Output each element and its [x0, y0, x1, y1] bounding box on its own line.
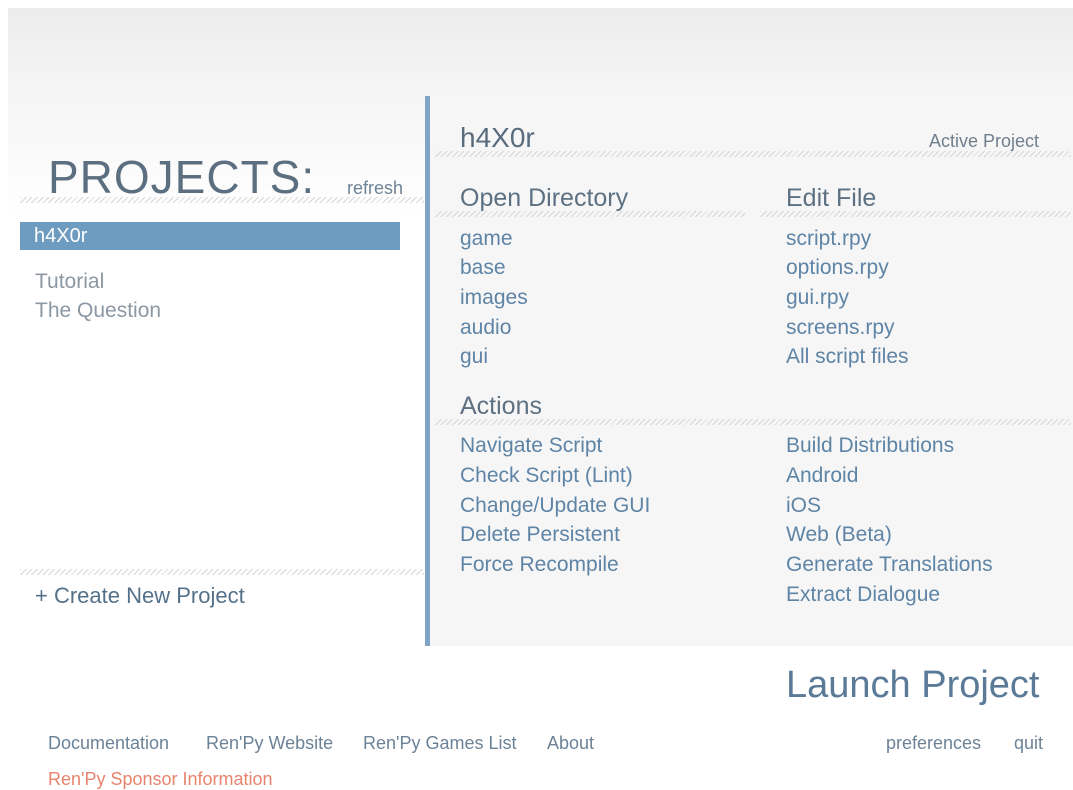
- open-directory-audio[interactable]: audio: [460, 316, 511, 340]
- projects-title: PROJECTS:: [48, 151, 316, 203]
- edit-file-script[interactable]: script.rpy: [786, 227, 871, 251]
- action-web[interactable]: Web (Beta): [786, 523, 892, 547]
- action-navigate-script[interactable]: Navigate Script: [460, 434, 602, 458]
- sponsor-info-link[interactable]: Ren'Py Sponsor Information: [48, 769, 273, 790]
- edit-file-divider: [760, 211, 1071, 217]
- open-directory-game[interactable]: game: [460, 227, 513, 251]
- open-directory-images[interactable]: images: [460, 286, 528, 310]
- action-delete-persistent[interactable]: Delete Persistent: [460, 523, 620, 547]
- edit-file-screens[interactable]: screens.rpy: [786, 316, 895, 340]
- launch-project-button[interactable]: Launch Project: [786, 664, 1040, 707]
- preferences-link[interactable]: preferences: [886, 733, 981, 754]
- quit-link[interactable]: quit: [1014, 733, 1043, 754]
- documentation-link[interactable]: Documentation: [48, 733, 169, 754]
- project-item[interactable]: Tutorial: [35, 270, 104, 294]
- open-directory-heading: Open Directory: [460, 184, 629, 212]
- renpy-website-link[interactable]: Ren'Py Website: [206, 733, 333, 754]
- action-change-gui[interactable]: Change/Update GUI: [460, 494, 650, 518]
- open-directory-gui[interactable]: gui: [460, 345, 488, 369]
- action-generate-translations[interactable]: Generate Translations: [786, 553, 993, 577]
- renpy-games-list-link[interactable]: Ren'Py Games List: [363, 733, 517, 754]
- active-project-name: h4X0r: [460, 122, 535, 153]
- actions-divider: [435, 419, 1071, 425]
- header-band: [8, 8, 1073, 96]
- actions-heading: Actions: [460, 392, 542, 420]
- action-build-distributions[interactable]: Build Distributions: [786, 434, 954, 458]
- action-ios[interactable]: iOS: [786, 494, 821, 518]
- action-android[interactable]: Android: [786, 464, 858, 488]
- action-extract-dialogue[interactable]: Extract Dialogue: [786, 583, 940, 607]
- edit-file-options[interactable]: options.rpy: [786, 256, 889, 280]
- active-project-label: Active Project: [929, 131, 1040, 151]
- create-new-project-button[interactable]: + Create New Project: [35, 583, 245, 609]
- projects-divider: [20, 197, 424, 203]
- project-header-divider: [435, 151, 1071, 157]
- open-directory-divider: [435, 211, 745, 217]
- action-check-script[interactable]: Check Script (Lint): [460, 464, 633, 488]
- refresh-button[interactable]: refresh: [347, 178, 403, 199]
- project-item-selected[interactable]: h4X0r: [20, 222, 400, 250]
- open-directory-base[interactable]: base: [460, 256, 506, 280]
- create-divider: [20, 569, 424, 575]
- about-link[interactable]: About: [547, 733, 594, 754]
- edit-file-all-scripts[interactable]: All script files: [786, 345, 909, 369]
- action-force-recompile[interactable]: Force Recompile: [460, 553, 619, 577]
- edit-file-heading: Edit File: [786, 184, 877, 212]
- project-item[interactable]: The Question: [35, 299, 161, 323]
- edit-file-gui[interactable]: gui.rpy: [786, 286, 849, 310]
